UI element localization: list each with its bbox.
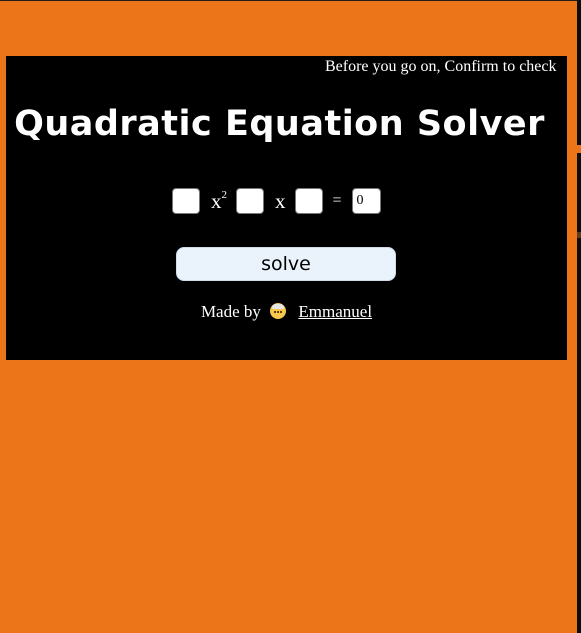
- solver-panel: Before you go on, Confirm to check Quadr…: [6, 56, 567, 360]
- equals-sign: =: [332, 192, 342, 209]
- x-symbol: x: [275, 188, 286, 213]
- author-link[interactable]: Emmanuel: [298, 302, 372, 321]
- coefficient-c-input[interactable]: [294, 188, 323, 214]
- equation-row: x2 x =: [172, 186, 381, 216]
- window-right-edge: [577, 0, 581, 633]
- coefficient-a-input[interactable]: [172, 188, 200, 214]
- made-by-label: Made by: [200, 302, 261, 321]
- edge-notch-dark: [577, 232, 581, 238]
- exponent-label: 2: [221, 188, 228, 201]
- marquee-notice: Before you go on, Confirm to check: [325, 58, 557, 75]
- x-squared-symbol: x: [211, 188, 222, 213]
- coefficient-b-input[interactable]: [236, 188, 264, 214]
- right-hand-side-input[interactable]: [351, 188, 381, 214]
- older-person-icon: [270, 303, 287, 319]
- x-squared-term: x2: [211, 189, 227, 214]
- solve-button[interactable]: solve: [176, 247, 396, 281]
- edge-notch: [577, 145, 581, 153]
- page-title: Quadratic Equation Solver: [14, 104, 545, 144]
- credit-line: Made by Emmanuel: [6, 302, 567, 322]
- window-top-edge: [0, 0, 581, 1]
